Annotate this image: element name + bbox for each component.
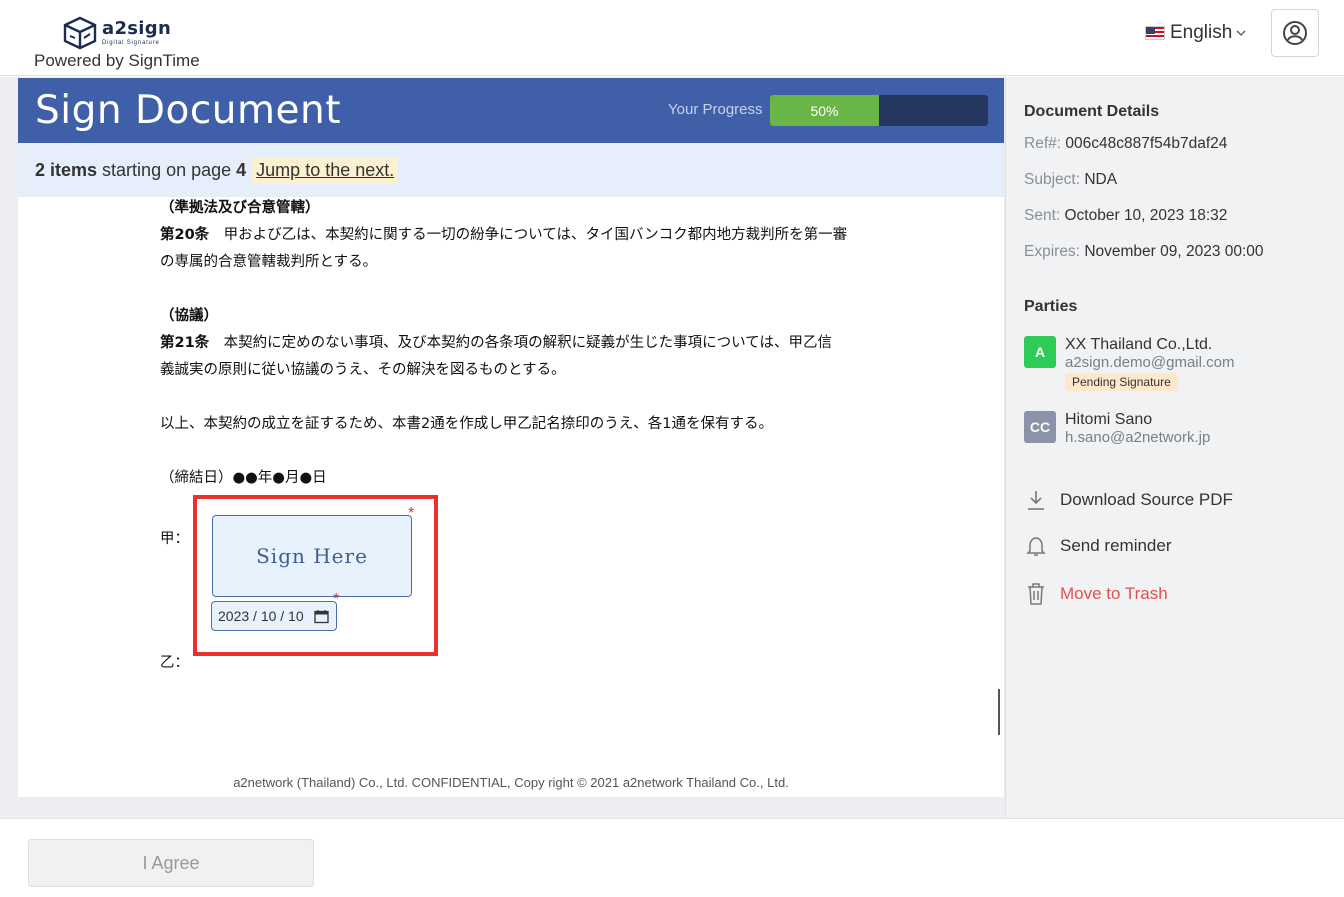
party-item: CC Hitomi Sano h.sano@a2network.jp: [1024, 411, 1210, 446]
items-count: 2 items: [35, 159, 98, 180]
article-20-text-cont: の専属的合意管轄裁判所とする。: [160, 254, 378, 270]
chevron-down-icon: [1236, 30, 1246, 36]
signature-date-input[interactable]: 2023 / 10 / 10: [211, 601, 337, 631]
us-flag-icon: [1145, 26, 1165, 40]
sent-row: Sent: October 10, 2023 18:32: [1024, 207, 1228, 224]
party-item: A XX Thailand Co.,Ltd. a2sign.demo@gmail…: [1024, 336, 1234, 391]
main-area: Sign Document Your Progress 50% 2 items …: [0, 77, 1005, 818]
document-details-title: Document Details: [1024, 103, 1160, 120]
party-a-label: 甲：: [160, 531, 189, 547]
bell-icon: [1026, 537, 1046, 556]
closing-text: 以上、本契約の成立を証するため、本書2通を作成し甲乙記名捺印のうえ、各1通を保有…: [160, 416, 773, 432]
sent-value: October 10, 2023 18:32: [1064, 207, 1228, 224]
download-pdf-button[interactable]: Download Source PDF: [1026, 489, 1233, 511]
items-mid-text: starting on page: [97, 159, 237, 180]
status-badge: Pending Signature: [1065, 373, 1178, 391]
document-header: Sign Document Your Progress 50%: [18, 78, 1004, 143]
subject-value: NDA: [1084, 171, 1118, 188]
heading-consultation: （協議）: [160, 308, 218, 324]
user-circle-icon: [1283, 21, 1307, 45]
article-21-text-cont: 義誠実の原則に従い協議のうえ、その解決を図るものとする。: [160, 362, 566, 378]
confidential-footer: a2network (Thailand) Co., Ltd. CONFIDENT…: [233, 775, 789, 790]
heading-governing-law: （準拠法及び合意管轄）: [160, 200, 320, 216]
party-avatar: A: [1024, 336, 1056, 368]
article-20-number: 第20条: [160, 227, 210, 243]
move-to-trash-button[interactable]: Move to Trash: [1026, 582, 1168, 606]
expires-value: November 09, 2023 00:00: [1084, 243, 1264, 260]
move-to-trash-label: Move to Trash: [1060, 584, 1168, 603]
article-21: 第21条 本契約に定めのない事項、及び本契約の各条項の解釈に疑義が生じた事項につ…: [160, 330, 880, 357]
subject-row: Subject: NDA: [1024, 171, 1118, 188]
progress-fill: 50%: [770, 95, 879, 126]
article-20: 第20条 甲および乙は、本契約に関する一切の紛争については、タイ国バンコク都内地…: [160, 222, 880, 249]
send-reminder-label: Send reminder: [1060, 536, 1172, 555]
sign-here-field[interactable]: Sign Here: [212, 515, 412, 597]
language-selector[interactable]: English: [1145, 22, 1246, 44]
jump-next-link[interactable]: Jump to the next.: [252, 156, 399, 184]
calendar-icon[interactable]: [314, 609, 329, 624]
logo[interactable]: a2sign Digital Signature: [62, 16, 171, 50]
items-notice: 2 items starting on page 4 Jump to the n…: [18, 143, 1004, 197]
required-marker: *: [408, 505, 415, 522]
ref-value: 006c48c887f54b7daf24: [1065, 135, 1228, 152]
article-21-number: 第21条: [160, 335, 210, 351]
progress-label: Your Progress: [668, 101, 763, 118]
party-b-label: 乙：: [160, 655, 189, 671]
user-menu-button[interactable]: [1271, 9, 1319, 57]
powered-by: Powered by SignTime: [34, 51, 200, 70]
party-name: XX Thailand Co.,Ltd.: [1065, 336, 1213, 353]
party-email: a2sign.demo@gmail.com: [1065, 354, 1235, 371]
party-name: Hitomi Sano: [1065, 411, 1153, 428]
logo-name: a2sign: [102, 18, 172, 39]
article-21-text: 本契約に定めのない事項、及び本契約の各条項の解釈に疑義が生じた事項については、甲…: [209, 335, 832, 351]
progress-bar: 50%: [770, 95, 988, 126]
logo-cube-icon: [63, 16, 97, 50]
date-value: 2023 / 10 / 10: [218, 608, 304, 624]
logo-tagline: Digital Signature: [102, 40, 160, 46]
items-page: 4: [236, 159, 247, 180]
details-sidebar: Document Details Ref#: 006c48c887f54b7da…: [1005, 77, 1344, 818]
top-bar: a2sign Digital Signature Powered by Sign…: [0, 0, 1344, 76]
ref-row: Ref#: 006c48c887f54b7daf24: [1024, 135, 1228, 152]
download-icon: [1028, 491, 1044, 510]
expires-row: Expires: November 09, 2023 00:00: [1024, 243, 1264, 260]
document-page: （準拠法及び合意管轄） 第20条 甲および乙は、本契約に関する一切の紛争について…: [18, 197, 1004, 797]
article-20-text: 甲および乙は、本契約に関する一切の紛争については、タイ国バンコク都内地方裁判所を…: [209, 227, 848, 243]
conclusion-date-line: （締結日）●●年●月●日: [160, 470, 327, 486]
i-agree-button[interactable]: I Agree: [28, 839, 314, 887]
send-reminder-button[interactable]: Send reminder: [1026, 535, 1172, 557]
trash-icon: [1028, 583, 1044, 605]
download-pdf-label: Download Source PDF: [1060, 490, 1233, 509]
language-label: English: [1170, 22, 1233, 43]
bottom-bar: I Agree: [0, 818, 1344, 897]
party-email: h.sano@a2network.jp: [1065, 429, 1211, 446]
party-avatar: CC: [1024, 411, 1056, 443]
parties-title: Parties: [1024, 298, 1078, 315]
scrollbar[interactable]: [998, 689, 1000, 735]
page-title: Sign Document: [35, 88, 342, 133]
